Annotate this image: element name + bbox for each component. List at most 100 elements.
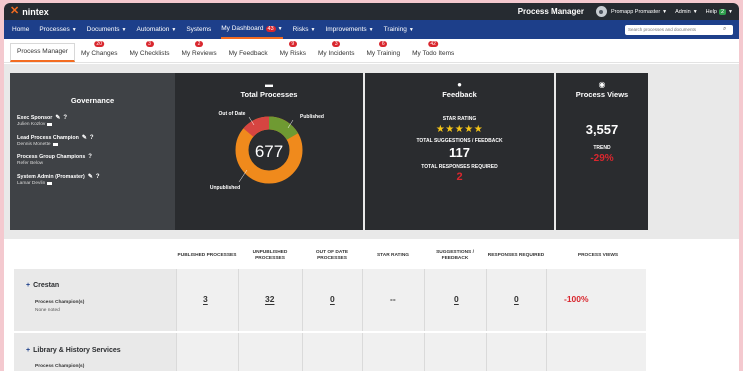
gov-role: Lead Process Champion ✎? bbox=[17, 134, 175, 142]
tab-label: My Changes bbox=[80, 50, 118, 57]
nav-automation[interactable]: Automation ▼ bbox=[136, 20, 176, 39]
suggestions-count[interactable]: 0 bbox=[454, 294, 459, 304]
pencil-icon[interactable]: ✎ bbox=[88, 173, 93, 180]
tab-badge: 2 bbox=[195, 41, 204, 47]
brand-name: nintex bbox=[22, 6, 49, 17]
nav-documents[interactable]: Documents ▼ bbox=[87, 20, 127, 39]
gov-name-label[interactable]: Lamar Devlin bbox=[17, 181, 45, 186]
gov-entry: Process Group Champions? Refer Below bbox=[17, 154, 175, 166]
governance-title: Governance bbox=[70, 96, 115, 105]
nav-my-dashboard[interactable]: My Dashboard 43 ▼ bbox=[221, 20, 283, 39]
help-menu[interactable]: Help 2 ▼ bbox=[706, 8, 733, 15]
nav-improvements[interactable]: Improvements ▼ bbox=[325, 20, 373, 39]
suggestions-value[interactable]: 117 bbox=[365, 145, 554, 160]
col-header: STAR RATING bbox=[376, 252, 410, 258]
responses-value[interactable]: 2 bbox=[365, 171, 554, 183]
help-circle-icon[interactable]: ? bbox=[63, 115, 67, 121]
chevron-down-icon: ▼ bbox=[408, 26, 414, 33]
nintex-logo[interactable]: ✕ nintex bbox=[10, 6, 49, 17]
gov-name-label[interactable]: Julien Kozlov bbox=[17, 122, 45, 127]
help-circle-icon[interactable]: ? bbox=[90, 135, 94, 141]
mail-icon[interactable] bbox=[47, 122, 53, 127]
total-processes-panel: ▬ Total Processes 677 Out of Date Publis… bbox=[175, 73, 363, 230]
user-avatar-icon[interactable] bbox=[595, 6, 607, 17]
app-title: Process Manager bbox=[517, 7, 584, 16]
suggestions-label: TOTAL SUGGESTIONS / FEEDBACK bbox=[416, 138, 503, 144]
trend-value: -29% bbox=[590, 153, 614, 164]
tab-my-feedback[interactable]: My Feedback bbox=[223, 50, 274, 62]
governance-panel: Governance Exec Sponsor ✎? Julien Kozlov … bbox=[10, 73, 175, 230]
champion-value: None noted bbox=[35, 308, 60, 313]
help-circle-icon[interactable]: ? bbox=[96, 174, 100, 180]
tab-label: My Incidents bbox=[317, 50, 355, 57]
cell-bg bbox=[238, 333, 302, 371]
process-views-title: Process Views bbox=[575, 90, 629, 99]
tab-label: My Training bbox=[366, 50, 401, 57]
help-circle-icon[interactable]: ? bbox=[88, 154, 92, 160]
gov-role-label: Process Group Champions bbox=[17, 154, 86, 160]
tab-my-changes[interactable]: 20 My Changes bbox=[75, 41, 124, 62]
tab-label: My Feedback bbox=[228, 50, 268, 57]
nav-risks[interactable]: Risks ▼ bbox=[293, 20, 316, 39]
tab-my-checklists[interactable]: 3 My Checklists bbox=[123, 41, 175, 62]
dashboard-tabs: Process Manager 20 My Changes 3 My Checkli… bbox=[4, 39, 739, 63]
tab-my-todo-items[interactable]: 42 My Todo Items bbox=[406, 41, 460, 62]
search-box[interactable]: ⌕ bbox=[625, 24, 733, 35]
tab-badge: 3 bbox=[332, 41, 341, 47]
admin-label: Admin bbox=[675, 8, 691, 15]
gov-name: Julien Kozlov bbox=[17, 122, 175, 127]
expand-icon[interactable]: + bbox=[26, 347, 30, 354]
unpublished-count[interactable]: 32 bbox=[265, 294, 274, 304]
tab-badge: 3 bbox=[145, 41, 154, 47]
tab-label: My Reviews bbox=[181, 50, 217, 57]
pencil-icon[interactable]: ✎ bbox=[82, 134, 87, 141]
table-header: PUBLISHED PROCESSES UNPUBLISHED PROCESSE… bbox=[4, 244, 739, 268]
nav-systems[interactable]: Systems bbox=[186, 20, 211, 39]
tab-my-risks[interactable]: 9 My Risks bbox=[274, 41, 312, 62]
nav-training-label: Training bbox=[383, 26, 407, 33]
gov-name-label[interactable]: Dennis Monette bbox=[17, 142, 51, 147]
responses-count[interactable]: 0 bbox=[514, 294, 519, 304]
published-label: Published bbox=[300, 114, 324, 120]
gov-name: Refer Below bbox=[17, 161, 175, 166]
group-name[interactable]: + Library & History Services bbox=[26, 347, 121, 354]
mail-icon[interactable] bbox=[52, 142, 58, 147]
admin-menu[interactable]: Admin ▼ bbox=[675, 9, 698, 15]
feedback-panel: ● Feedback STAR RATING ★★★★★ TOTAL SUGGE… bbox=[365, 73, 554, 230]
help-badge: 2 bbox=[718, 8, 727, 15]
tab-label: My Checklists bbox=[129, 50, 170, 57]
folder-icon: ▬ bbox=[265, 80, 273, 89]
published-count[interactable]: 3 bbox=[203, 294, 208, 304]
cell-bg bbox=[546, 269, 646, 331]
app-window: ✕ nintex Process Manager Promapp Promast… bbox=[4, 3, 739, 371]
tab-badge: 9 bbox=[288, 41, 297, 47]
nav-risks-label: Risks bbox=[292, 26, 309, 33]
top-bar: ✕ nintex Process Manager Promapp Promast… bbox=[4, 3, 739, 20]
user-name: Promapp Promaster bbox=[610, 8, 661, 15]
table-row[interactable]: + Crestan Process Champion(s) None noted … bbox=[14, 269, 646, 331]
chevron-down-icon: ▼ bbox=[277, 25, 283, 32]
cell-bg bbox=[424, 333, 486, 371]
tab-my-incidents[interactable]: 3 My Incidents bbox=[312, 41, 361, 62]
total-processes-donut[interactable]: 677 Out of Date Published Unpublished bbox=[175, 95, 363, 215]
nav-home[interactable]: Home bbox=[12, 20, 29, 39]
mail-icon[interactable] bbox=[47, 181, 53, 186]
tab-my-training[interactable]: 6 My Training bbox=[360, 41, 406, 62]
chevron-down-icon: ▼ bbox=[71, 26, 77, 33]
process-views-trend: -100% bbox=[564, 294, 589, 304]
nav-processes[interactable]: Processes ▼ bbox=[39, 20, 76, 39]
group-name[interactable]: + Crestan bbox=[26, 282, 59, 289]
tab-label: My Risks bbox=[279, 50, 306, 57]
user-menu[interactable]: Promapp Promaster ▼ bbox=[611, 9, 667, 15]
tab-my-reviews[interactable]: 2 My Reviews bbox=[176, 41, 223, 62]
champion-label: Process Champion(s) bbox=[35, 364, 85, 369]
search-input[interactable] bbox=[628, 27, 723, 32]
nav-training[interactable]: Training ▼ bbox=[384, 20, 414, 39]
expand-icon[interactable]: + bbox=[26, 282, 30, 289]
pencil-icon[interactable]: ✎ bbox=[55, 114, 60, 121]
tab-process-manager[interactable]: Process Manager bbox=[10, 43, 75, 62]
out-of-date-count[interactable]: 0 bbox=[330, 294, 335, 304]
search-icon[interactable]: ⌕ bbox=[723, 26, 726, 33]
table-row[interactable]: + Library & History Services Process Cham… bbox=[14, 333, 646, 371]
group-name-label: Crestan bbox=[33, 282, 60, 289]
